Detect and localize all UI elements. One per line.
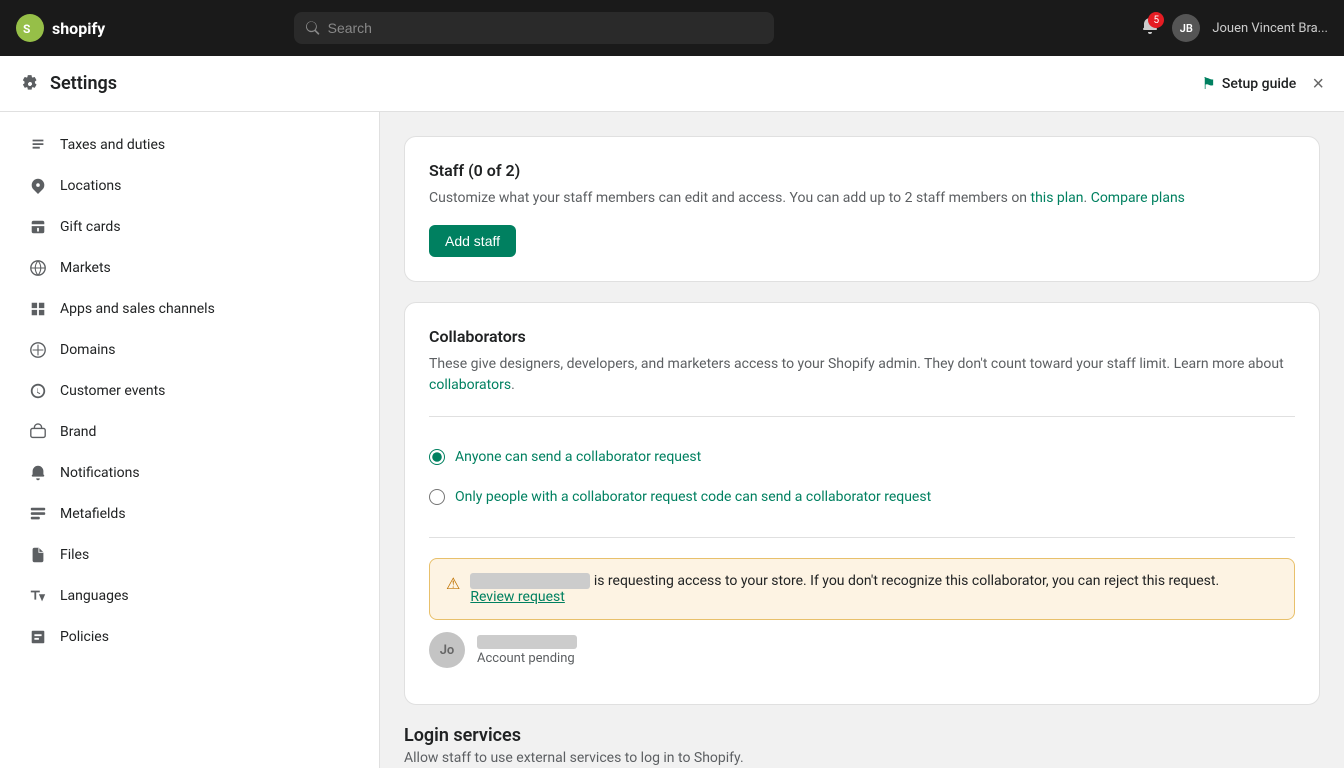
collaborators-card: Collaborators These give designers, deve… <box>404 302 1320 705</box>
settings-header: Settings ⚑ Setup guide × <box>0 56 1344 112</box>
apps-icon <box>28 299 48 319</box>
sidebar-item-languages[interactable]: Languages <box>8 576 371 616</box>
markets-icon <box>28 258 48 278</box>
add-staff-button[interactable]: Add staff <box>429 225 516 257</box>
shopify-logo: S shopify <box>16 14 105 42</box>
this-plan-link[interactable]: this plan <box>1031 190 1084 206</box>
sidebar-item-domains[interactable]: Domains <box>8 330 371 370</box>
radio-code-only[interactable]: Only people with a collaborator request … <box>429 477 1295 517</box>
staff-card-title: Staff (0 of 2) <box>429 161 1295 180</box>
files-icon <box>28 545 48 565</box>
collaborators-title: Collaborators <box>429 327 1295 346</box>
staff-description: Customize what your staff members can ed… <box>429 188 1295 209</box>
sidebar-item-taxes-duties[interactable]: Taxes and duties <box>8 125 371 165</box>
languages-icon <box>28 586 48 606</box>
sidebar-label-files: Files <box>60 547 89 563</box>
domains-icon <box>28 340 48 360</box>
requester-name-blurred <box>470 573 590 589</box>
notification-count-badge: 5 <box>1148 12 1164 28</box>
settings-gear-icon <box>20 74 40 94</box>
sidebar-item-markets[interactable]: Markets <box>8 248 371 288</box>
notifications-button[interactable]: 5 <box>1140 16 1160 40</box>
staff-card: Staff (0 of 2) Customize what your staff… <box>404 136 1320 282</box>
sidebar-label-markets: Markets <box>60 260 111 276</box>
divider-1 <box>429 416 1295 417</box>
gift-card-icon <box>28 217 48 237</box>
sidebar-item-gift-cards[interactable]: Gift cards <box>8 207 371 247</box>
taxes-icon <box>28 135 48 155</box>
collaborator-avatar: Jo <box>429 632 465 668</box>
customer-events-icon <box>28 381 48 401</box>
location-icon <box>28 176 48 196</box>
sidebar-item-notifications[interactable]: Notifications <box>8 453 371 493</box>
divider-2 <box>429 537 1295 538</box>
warning-message: is requesting access to your store. If y… <box>594 573 1219 589</box>
settings-overlay: Settings ⚑ Setup guide × Taxes and dut <box>0 56 1344 768</box>
settings-panel: Settings ⚑ Setup guide × Taxes and dut <box>0 56 1344 768</box>
login-services-section: Login services Allow staff to use extern… <box>404 725 1320 766</box>
radio-code-input[interactable] <box>429 489 445 505</box>
radio-anyone-label: Anyone can send a collaborator request <box>455 449 701 465</box>
collaborators-link[interactable]: collaborators <box>429 377 511 393</box>
topbar-right: 5 JB Jouen Vincent Bra... <box>1140 14 1328 42</box>
sidebar-label-metafields: Metafields <box>60 506 126 522</box>
topbar: S shopify 5 JB Jouen Vincent Bra... <box>0 0 1344 56</box>
close-settings-button[interactable]: × <box>1312 74 1324 94</box>
radio-code-label: Only people with a collaborator request … <box>455 489 931 505</box>
collaborator-row: Jo Account pending <box>429 620 1295 680</box>
collaborator-name-blurred <box>477 635 577 649</box>
sidebar-item-customer-events[interactable]: Customer events <box>8 371 371 411</box>
sidebar-label-languages: Languages <box>60 588 129 604</box>
flag-icon: ⚑ <box>1202 74 1216 93</box>
policies-icon <box>28 627 48 647</box>
settings-sidebar: Taxes and duties Locations Gift cards <box>0 112 380 768</box>
search-icon <box>306 21 319 35</box>
radio-anyone-input[interactable] <box>429 449 445 465</box>
sidebar-label-notifications: Notifications <box>60 465 140 481</box>
brand-icon <box>28 422 48 442</box>
sidebar-item-files[interactable]: Files <box>8 535 371 575</box>
collaborator-info: Account pending <box>477 635 577 666</box>
collaborators-description: These give designers, developers, and ma… <box>429 354 1295 396</box>
sidebar-item-apps-sales[interactable]: Apps and sales channels <box>8 289 371 329</box>
user-name: Jouen Vincent Bra... <box>1212 21 1328 36</box>
setup-guide-button[interactable]: ⚑ Setup guide <box>1202 74 1297 93</box>
search-bar[interactable] <box>294 12 774 44</box>
sidebar-label-gift-cards: Gift cards <box>60 219 121 235</box>
sidebar-label-customer-events: Customer events <box>60 383 165 399</box>
search-input[interactable] <box>328 12 763 44</box>
warning-text: is requesting access to your store. If y… <box>470 573 1219 605</box>
sidebar-label-apps: Apps and sales channels <box>60 301 215 317</box>
settings-title: Settings <box>50 73 117 94</box>
sidebar-label-locations: Locations <box>60 178 121 194</box>
login-services-title: Login services <box>404 725 1320 746</box>
warning-icon: ⚠ <box>446 574 460 593</box>
login-services-subtitle: Allow staff to use external services to … <box>404 750 1320 766</box>
sidebar-label-brand: Brand <box>60 424 96 440</box>
notifications-icon <box>28 463 48 483</box>
user-avatar[interactable]: JB <box>1172 14 1200 42</box>
sidebar-label-domains: Domains <box>60 342 115 358</box>
warning-banner: ⚠ is requesting access to your store. If… <box>429 558 1295 620</box>
collaborator-status: Account pending <box>477 651 577 666</box>
sidebar-label-policies: Policies <box>60 629 109 645</box>
sidebar-item-locations[interactable]: Locations <box>8 166 371 206</box>
settings-header-left: Settings <box>20 73 117 94</box>
sidebar-item-policies[interactable]: Policies <box>8 617 371 657</box>
settings-body: Taxes and duties Locations Gift cards <box>0 112 1344 768</box>
radio-anyone[interactable]: Anyone can send a collaborator request <box>429 437 1295 477</box>
review-request-link[interactable]: Review request <box>470 589 565 605</box>
sidebar-item-brand[interactable]: Brand <box>8 412 371 452</box>
logo-text: shopify <box>52 19 105 38</box>
compare-plans-link[interactable]: Compare plans <box>1091 190 1185 206</box>
sidebar-label-taxes: Taxes and duties <box>60 137 165 153</box>
settings-header-right: ⚑ Setup guide × <box>1202 74 1324 94</box>
svg-text:S: S <box>23 22 30 36</box>
sidebar-item-metafields[interactable]: Metafields <box>8 494 371 534</box>
main-content: Staff (0 of 2) Customize what your staff… <box>380 112 1344 768</box>
metafields-icon <box>28 504 48 524</box>
